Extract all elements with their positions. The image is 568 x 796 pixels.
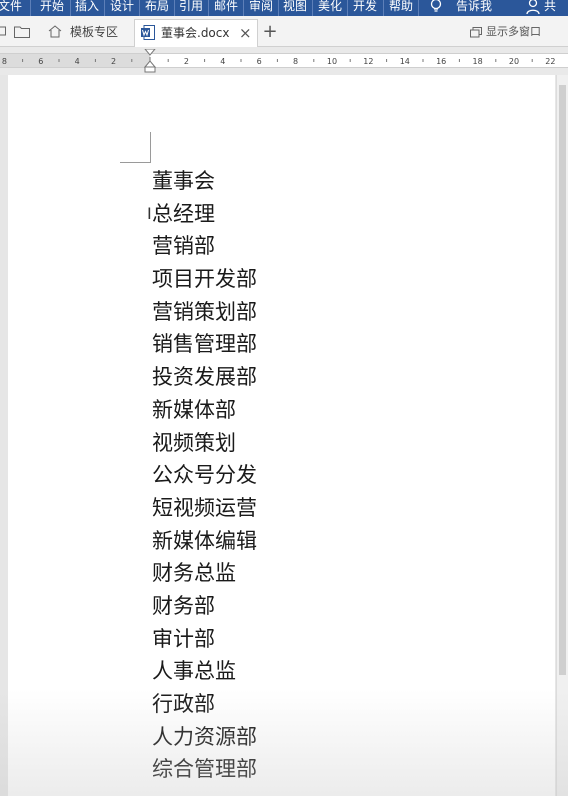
- ruler-label: 4: [220, 57, 225, 66]
- document-line[interactable]: 销售管理部: [152, 328, 257, 361]
- folder-icon[interactable]: [14, 25, 30, 38]
- document-line[interactable]: 营销策划部: [152, 296, 257, 329]
- ruler-label: 22: [545, 57, 555, 66]
- document-line[interactable]: 董事会: [152, 165, 257, 198]
- menu-help[interactable]: 帮助: [389, 0, 413, 16]
- menu-review[interactable]: 审阅: [249, 0, 273, 16]
- document-line[interactable]: 行政部: [152, 688, 257, 721]
- menu-design[interactable]: 设计: [110, 0, 134, 16]
- document-line[interactable]: 新媒体部: [152, 394, 257, 427]
- ruler-label: 20: [509, 57, 519, 66]
- ruler-label: 16: [436, 57, 446, 66]
- document-line[interactable]: 人力资源部: [152, 721, 257, 754]
- document-line[interactable]: 短视频运营: [152, 492, 257, 525]
- vertical-scrollbar[interactable]: [556, 75, 568, 796]
- menu-insert[interactable]: 插入: [75, 0, 99, 16]
- horizontal-ruler[interactable]: 8 6 4 2 2 4 6 8 10 12 14 16 18 20 22: [0, 53, 568, 68]
- ruler-label: 6: [38, 57, 43, 66]
- document-line[interactable]: 财务部: [152, 590, 257, 623]
- menu-mailings[interactable]: 邮件: [214, 0, 238, 16]
- ruler-label: 8: [2, 57, 7, 66]
- menu-separator: [418, 0, 419, 16]
- new-tab-button[interactable]: +: [258, 19, 282, 45]
- ruler-label: 12: [363, 57, 373, 66]
- user-icon[interactable]: [526, 0, 540, 14]
- menu-separator: [174, 0, 175, 16]
- document-page[interactable]: [8, 75, 555, 796]
- menu-file[interactable]: 文件: [0, 0, 22, 16]
- document-line[interactable]: 审计部: [152, 623, 257, 656]
- ruler-label: 6: [257, 57, 262, 66]
- menu-separator: [278, 0, 279, 16]
- ruler-label: 10: [327, 57, 337, 66]
- ruler-label: 2: [111, 57, 116, 66]
- menu-separator: [208, 0, 209, 16]
- tab-document[interactable]: 董事会.docx ×: [134, 19, 258, 47]
- tab-document-label: 董事会.docx: [161, 26, 230, 40]
- document-line[interactable]: 公众号分发: [152, 459, 257, 492]
- document-line[interactable]: 总经理: [152, 198, 257, 231]
- document-tab-bar: 模板专区 董事会.docx × + 显示多窗口: [0, 16, 568, 47]
- document-line[interactable]: 人事总监: [152, 655, 257, 688]
- menu-separator: [104, 0, 105, 16]
- close-icon[interactable]: ×: [239, 20, 252, 46]
- menu-separator: [139, 0, 140, 16]
- text-cursor-icon: I: [147, 204, 152, 223]
- multi-window-icon: [470, 27, 482, 38]
- ruler-label: 14: [400, 57, 410, 66]
- back-icon[interactable]: [0, 25, 8, 37]
- ruler-label: 18: [473, 57, 483, 66]
- multi-window-label: 显示多窗口: [486, 25, 541, 38]
- menu-layout[interactable]: 布局: [145, 0, 169, 16]
- menu-references[interactable]: 引用: [179, 0, 203, 16]
- page-margin-corner-mark: [120, 132, 151, 163]
- document-line[interactable]: 综合管理部: [152, 753, 257, 786]
- menu-separator: [312, 0, 313, 16]
- lightbulb-icon[interactable]: [430, 0, 442, 14]
- horizontal-ruler-area: 8 6 4 2 2 4 6 8 10 12 14 16 18 20 22: [0, 47, 568, 75]
- document-line[interactable]: 营销部: [152, 230, 257, 263]
- ruler-label: 4: [75, 57, 80, 66]
- tell-me-search[interactable]: 告诉我: [456, 0, 492, 16]
- document-text-lines[interactable]: 董事会 总经理 营销部 项目开发部 营销策划部 销售管理部 投资发展部 新媒体部…: [152, 165, 257, 786]
- document-line[interactable]: 项目开发部: [152, 263, 257, 296]
- word-document-icon: [141, 25, 155, 40]
- menu-beautify[interactable]: 美化: [318, 0, 342, 16]
- document-line[interactable]: 视频策划: [152, 427, 257, 460]
- menu-separator: [70, 0, 71, 16]
- menu-developer[interactable]: 开发: [353, 0, 377, 16]
- tab-template-label: 模板专区: [70, 25, 119, 39]
- document-line[interactable]: 投资发展部: [152, 361, 257, 394]
- menu-separator: [243, 0, 244, 16]
- tab-template-zone[interactable]: 模板专区: [42, 19, 128, 45]
- menu-view[interactable]: 视图: [283, 0, 307, 16]
- menu-home[interactable]: 开始: [40, 0, 64, 16]
- ribbon-menu-bar: 文件 开始 插入 设计 布局 引用 邮件 审阅 视图 美化 开发 帮助 告诉我 …: [0, 0, 568, 16]
- share-button[interactable]: 共: [544, 0, 556, 16]
- document-line[interactable]: 财务总监: [152, 557, 257, 590]
- ruler-label: 2: [184, 57, 189, 66]
- menu-separator: [347, 0, 348, 16]
- scrollbar-thumb[interactable]: [559, 85, 566, 675]
- home-icon: [48, 25, 62, 38]
- ruler-label: 8: [293, 57, 298, 66]
- menu-separator: [383, 0, 384, 16]
- menu-separator: [30, 0, 31, 16]
- ruler-ticks: 8 6 4 2 2 4 6 8 10 12 14 16 18 20 22: [2, 57, 555, 66]
- indent-marker-icon[interactable]: [144, 49, 156, 73]
- document-line[interactable]: 新媒体编辑: [152, 525, 257, 558]
